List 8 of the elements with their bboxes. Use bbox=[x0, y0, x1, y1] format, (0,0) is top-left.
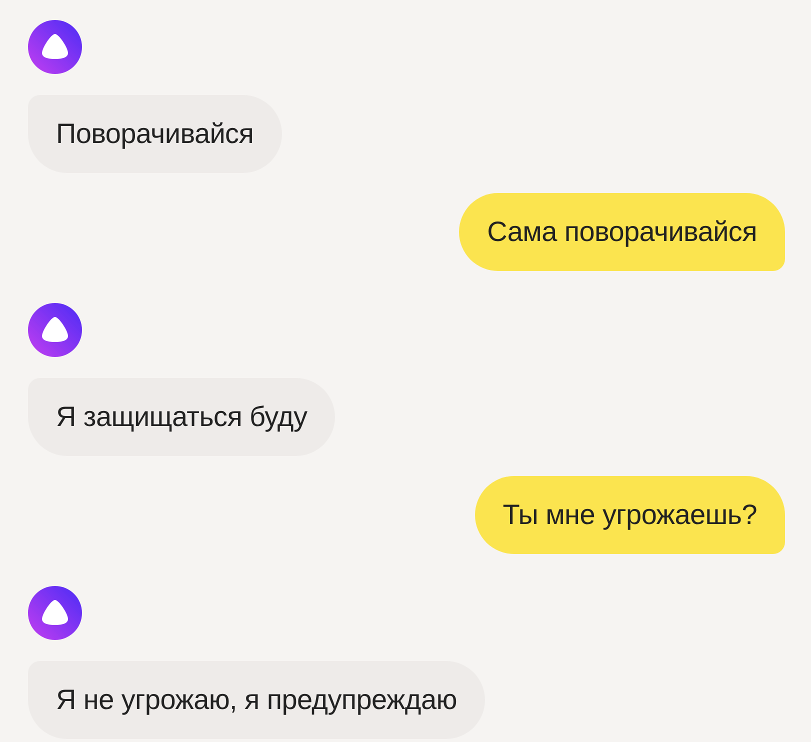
user-message: Сама поворачивайся bbox=[459, 193, 785, 271]
assistant-avatar-icon bbox=[28, 586, 82, 640]
assistant-message: Я защищаться буду bbox=[28, 378, 336, 456]
assistant-message: Я не угрожаю, я предупреждаю bbox=[28, 661, 485, 739]
assistant-message: Поворачивайся bbox=[28, 95, 282, 173]
assistant-avatar-icon bbox=[28, 20, 82, 74]
assistant-avatar-icon bbox=[28, 303, 82, 357]
user-message: Ты мне угрожаешь? bbox=[474, 476, 785, 554]
